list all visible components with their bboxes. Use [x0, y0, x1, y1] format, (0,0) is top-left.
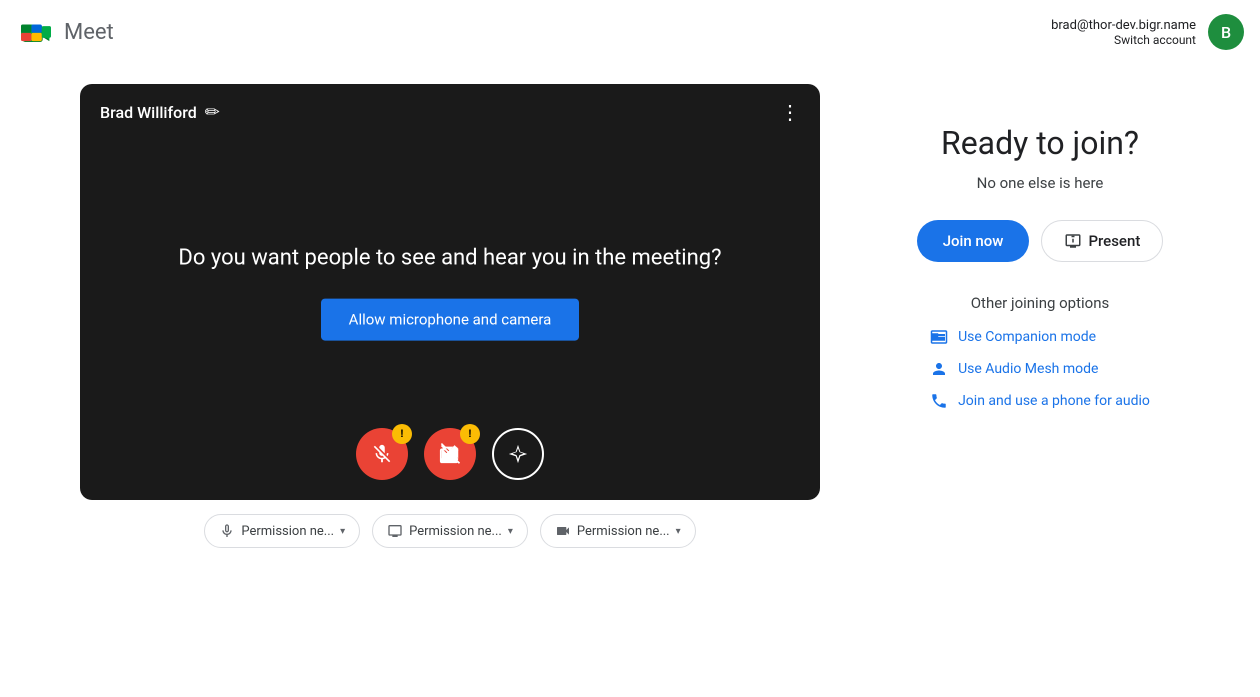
video-more-menu-icon[interactable]: ⋮	[780, 100, 800, 124]
join-now-button[interactable]: Join now	[917, 220, 1030, 262]
other-options-list: Use Companion mode Use Audio Mesh mode J…	[930, 328, 1150, 410]
present-icon	[1064, 232, 1082, 250]
mic-warning-badge: !	[392, 424, 412, 444]
switch-account-link[interactable]: Switch account	[1051, 33, 1196, 47]
account-email: brad@thor-dev.bigr.name	[1051, 18, 1196, 33]
ready-to-join-title: Ready to join?	[941, 124, 1139, 162]
main-content: Brad Williford ✏ ⋮ Do you want people to…	[0, 64, 1260, 568]
video-center: Do you want people to see and hear you i…	[154, 244, 746, 341]
mic-permission-button[interactable]: Permission ne... ▾	[204, 514, 360, 548]
sparkle-icon	[507, 443, 529, 465]
video-user-name-area: Brad Williford ✏	[100, 102, 220, 123]
audio-mesh-label: Use Audio Mesh mode	[958, 361, 1098, 377]
video-preview: Brad Williford ✏ ⋮ Do you want people to…	[80, 84, 820, 500]
phone-audio-icon	[930, 392, 948, 410]
app-name: Meet	[64, 20, 114, 45]
companion-mode-option[interactable]: Use Companion mode	[930, 328, 1096, 346]
video-user-name: Brad Williford	[100, 103, 197, 122]
video-question-text: Do you want people to see and hear you i…	[154, 244, 746, 275]
companion-mode-icon	[930, 328, 948, 346]
phone-audio-option[interactable]: Join and use a phone for audio	[930, 392, 1150, 410]
right-panel: Ready to join? No one else is here Join …	[900, 84, 1180, 410]
camera-permission-chevron: ▾	[676, 526, 681, 537]
camera-permission-button[interactable]: Permission ne... ▾	[540, 514, 696, 548]
camera-warning-badge: !	[460, 424, 480, 444]
companion-mode-label: Use Companion mode	[958, 329, 1096, 345]
mute-mic-button[interactable]: !	[356, 428, 408, 480]
video-section: Brad Williford ✏ ⋮ Do you want people to…	[80, 84, 820, 548]
audio-mesh-icon	[930, 360, 948, 378]
permission-toolbar: Permission ne... ▾ Permission ne... ▾ Pe…	[204, 514, 695, 548]
camera-permission-icon	[555, 523, 571, 539]
effects-button[interactable]	[492, 428, 544, 480]
camera-off-icon	[439, 443, 461, 465]
allow-microphone-camera-button[interactable]: Allow microphone and camera	[321, 298, 580, 340]
app-header: Meet brad@thor-dev.bigr.name Switch acco…	[0, 0, 1260, 64]
logo-area: Meet	[16, 12, 114, 52]
mic-permission-chevron: ▾	[340, 526, 345, 537]
screen-permission-chevron: ▾	[508, 526, 513, 537]
meet-logo-icon	[16, 12, 56, 52]
present-label: Present	[1088, 232, 1140, 250]
video-controls: ! !	[80, 428, 820, 480]
avatar[interactable]: B	[1208, 14, 1244, 50]
mic-permission-label: Permission ne...	[241, 524, 334, 539]
join-options: Join now Present	[917, 220, 1164, 262]
account-info: brad@thor-dev.bigr.name Switch account	[1051, 18, 1196, 47]
video-header: Brad Williford ✏ ⋮	[80, 84, 820, 140]
camera-permission-label: Permission ne...	[577, 524, 670, 539]
account-area: brad@thor-dev.bigr.name Switch account B	[1051, 14, 1244, 50]
screen-permission-icon	[387, 523, 403, 539]
mic-permission-icon	[219, 523, 235, 539]
audio-mesh-option[interactable]: Use Audio Mesh mode	[930, 360, 1098, 378]
screen-permission-button[interactable]: Permission ne... ▾	[372, 514, 528, 548]
no-one-text: No one else is here	[977, 174, 1104, 192]
edit-name-icon[interactable]: ✏	[205, 102, 220, 123]
screen-permission-label: Permission ne...	[409, 524, 502, 539]
other-options-title: Other joining options	[971, 294, 1110, 312]
mute-camera-button[interactable]: !	[424, 428, 476, 480]
present-button[interactable]: Present	[1041, 220, 1163, 262]
phone-audio-label: Join and use a phone for audio	[958, 393, 1150, 409]
mic-off-icon	[371, 443, 393, 465]
